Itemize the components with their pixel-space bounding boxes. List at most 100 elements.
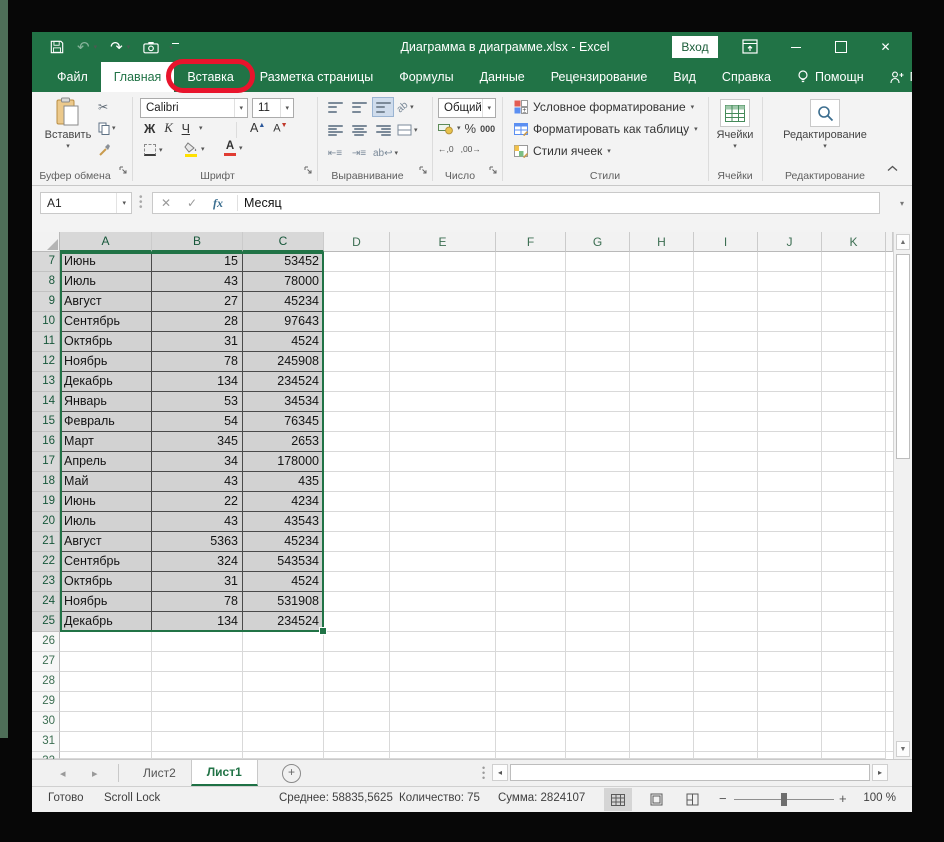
cell[interactable] xyxy=(630,532,694,552)
increase-indent-icon[interactable]: ⇥≡ xyxy=(349,144,369,162)
orientation-button[interactable]: ab ▾ xyxy=(397,102,414,113)
select-all-corner[interactable] xyxy=(32,232,60,252)
cell[interactable] xyxy=(630,452,694,472)
cell[interactable] xyxy=(758,532,822,552)
expand-formula-bar-icon[interactable]: ▾ xyxy=(900,199,904,208)
cell-A13[interactable]: Декабрь xyxy=(60,372,152,392)
font-size-combo[interactable]: 11▾ xyxy=(252,98,294,118)
vertical-scrollbar[interactable]: ▲ ▼ xyxy=(893,232,912,759)
cell[interactable] xyxy=(822,512,886,532)
align-right-icon[interactable] xyxy=(373,121,393,139)
cell-A20[interactable]: Июль xyxy=(60,512,152,532)
conditional-formatting-button[interactable]: ± Условное форматирование▾ xyxy=(514,100,694,114)
cell-C16[interactable]: 2653 xyxy=(243,432,324,452)
cell-A24[interactable]: Ноябрь xyxy=(60,592,152,612)
cell[interactable] xyxy=(324,532,390,552)
cell-A14[interactable]: Январь xyxy=(60,392,152,412)
column-header-C[interactable]: C xyxy=(243,232,324,252)
cell[interactable] xyxy=(390,352,496,372)
cell[interactable] xyxy=(822,292,886,312)
format-as-table-button[interactable]: Форматировать как таблицу▾ xyxy=(514,122,698,136)
cell[interactable] xyxy=(566,572,630,592)
cell[interactable] xyxy=(822,412,886,432)
cell[interactable] xyxy=(243,652,324,672)
cell[interactable] xyxy=(694,752,758,759)
cell-C10[interactable]: 97643 xyxy=(243,312,324,332)
cell[interactable] xyxy=(152,652,243,672)
scroll-left-icon[interactable]: ◂ xyxy=(492,764,508,781)
decrease-decimal-icon[interactable]: ,00→ xyxy=(461,144,481,154)
cell[interactable] xyxy=(758,392,822,412)
cell-C13[interactable]: 234524 xyxy=(243,372,324,392)
shrink-font-button[interactable]: А▼ xyxy=(273,122,287,135)
cell[interactable] xyxy=(758,552,822,572)
cell[interactable] xyxy=(152,712,243,732)
cell[interactable] xyxy=(758,372,822,392)
cell[interactable] xyxy=(694,492,758,512)
cell-C24[interactable]: 531908 xyxy=(243,592,324,612)
close-button[interactable]: ✕ xyxy=(863,32,908,62)
undo-icon[interactable]: ↶ xyxy=(77,38,90,56)
cell[interactable] xyxy=(566,692,630,712)
cell[interactable] xyxy=(758,652,822,672)
cell[interactable] xyxy=(324,272,390,292)
cell-A9[interactable]: Август xyxy=(60,292,152,312)
collapse-ribbon-icon[interactable] xyxy=(887,159,898,177)
row-header-19[interactable]: 19 xyxy=(32,492,60,512)
cell[interactable] xyxy=(566,752,630,759)
merge-center-button[interactable]: ▾ xyxy=(397,124,418,136)
underline-dropdown-icon[interactable]: ▾ xyxy=(199,125,203,132)
cell[interactable] xyxy=(390,392,496,412)
undo-dropdown-icon[interactable]: ▾ xyxy=(94,44,98,51)
formula-value[interactable]: Месяц xyxy=(244,196,282,210)
cell-A18[interactable]: Май xyxy=(60,472,152,492)
cell[interactable] xyxy=(496,272,566,292)
cell-B24[interactable]: 78 xyxy=(152,592,243,612)
cell[interactable] xyxy=(390,732,496,752)
cell[interactable] xyxy=(630,612,694,632)
wrap-text-button[interactable]: ab↩ ▾ xyxy=(373,148,398,159)
cell[interactable] xyxy=(630,572,694,592)
cell-B20[interactable]: 43 xyxy=(152,512,243,532)
cell[interactable] xyxy=(324,652,390,672)
cell[interactable] xyxy=(496,432,566,452)
row-header-15[interactable]: 15 xyxy=(32,412,60,432)
sheet-tab-list2[interactable]: Лист2 xyxy=(128,760,191,786)
cell-A25[interactable]: Декабрь xyxy=(60,612,152,632)
row-header-10[interactable]: 10 xyxy=(32,312,60,332)
cell[interactable] xyxy=(243,752,324,759)
cell[interactable] xyxy=(694,352,758,372)
cell[interactable] xyxy=(566,672,630,692)
tab-data[interactable]: Данные xyxy=(467,62,538,92)
cell-B21[interactable]: 5363 xyxy=(152,532,243,552)
insert-function-icon[interactable]: fx xyxy=(205,196,231,211)
normal-view-button[interactable] xyxy=(604,788,632,811)
scroll-down-icon[interactable]: ▼ xyxy=(896,741,910,757)
cell[interactable] xyxy=(496,572,566,592)
cell-C9[interactable]: 45234 xyxy=(243,292,324,312)
cell[interactable] xyxy=(630,272,694,292)
cell[interactable] xyxy=(822,492,886,512)
cell[interactable] xyxy=(324,712,390,732)
cell[interactable] xyxy=(496,632,566,652)
cell[interactable] xyxy=(630,752,694,759)
cell[interactable] xyxy=(758,432,822,452)
cell-C14[interactable]: 34534 xyxy=(243,392,324,412)
cell[interactable] xyxy=(822,532,886,552)
row-header-8[interactable]: 8 xyxy=(32,272,60,292)
cell[interactable] xyxy=(324,412,390,432)
cell[interactable] xyxy=(758,412,822,432)
zoom-out-icon[interactable]: − xyxy=(719,791,727,806)
cell[interactable] xyxy=(822,352,886,372)
underline-button[interactable]: Ч xyxy=(182,122,190,136)
cell[interactable] xyxy=(694,272,758,292)
align-middle-icon[interactable] xyxy=(349,98,369,116)
cell[interactable] xyxy=(390,692,496,712)
cell-B9[interactable]: 27 xyxy=(152,292,243,312)
cell[interactable] xyxy=(496,752,566,759)
zoom-slider-thumb[interactable] xyxy=(781,793,787,806)
cell[interactable] xyxy=(566,312,630,332)
cell[interactable] xyxy=(496,652,566,672)
cell[interactable] xyxy=(566,432,630,452)
cell-C15[interactable]: 76345 xyxy=(243,412,324,432)
